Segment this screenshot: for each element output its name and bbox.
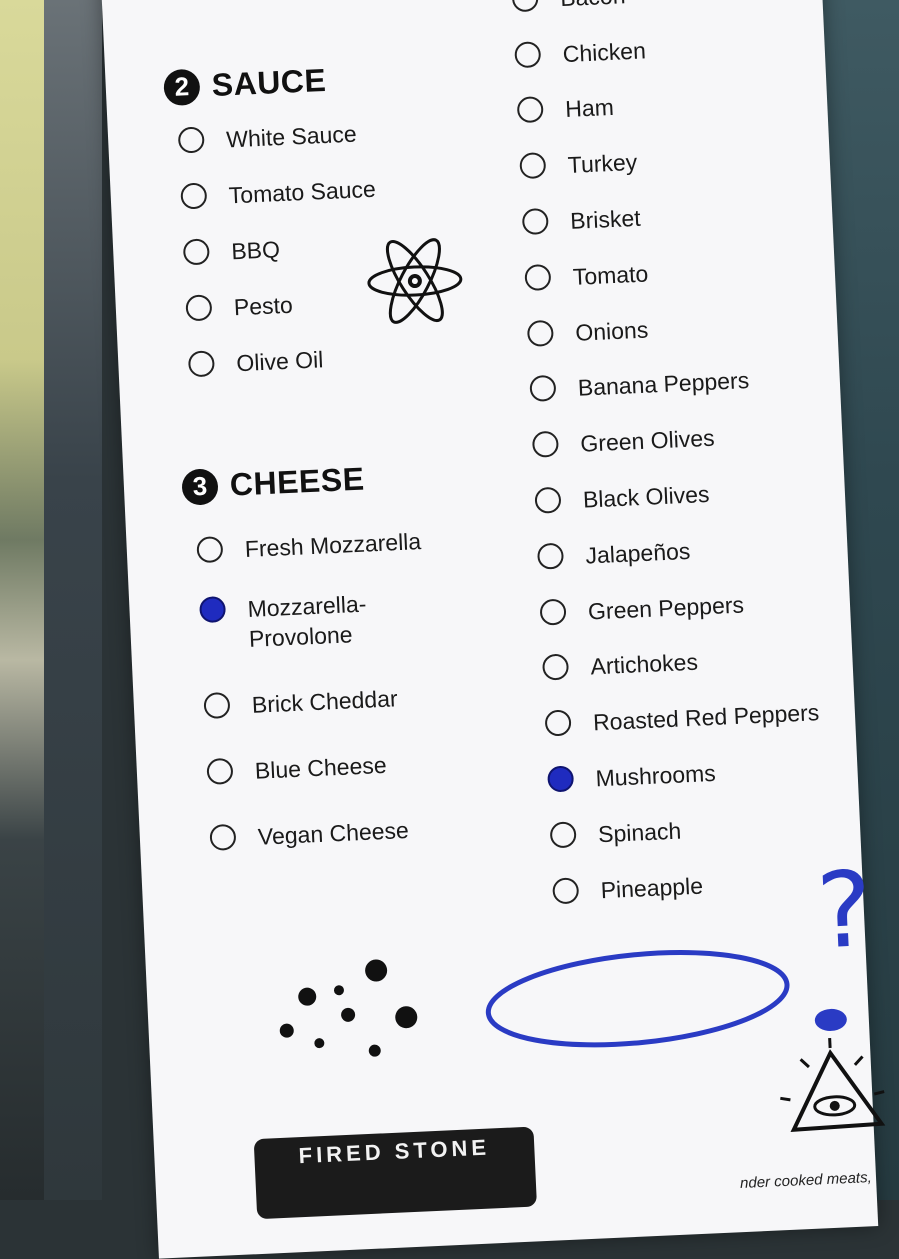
- background-left-strip: [44, 0, 102, 1200]
- option-label: Ham: [565, 92, 615, 124]
- option-label: Black Olives: [582, 479, 710, 515]
- brand-logo-text: FIRED STONE: [254, 1133, 535, 1172]
- option-topping[interactable]: Turkey: [519, 147, 638, 182]
- option-blue-cheese[interactable]: Blue Cheese: [206, 750, 387, 788]
- radio-button[interactable]: [527, 319, 554, 346]
- radio-button-checked[interactable]: [547, 765, 574, 792]
- radio-button[interactable]: [542, 654, 569, 681]
- option-label: Green Olives: [580, 423, 715, 459]
- radio-button[interactable]: [196, 536, 223, 563]
- radio-button[interactable]: [517, 96, 544, 123]
- option-label: Olive Oil: [236, 344, 324, 378]
- option-label: Blue Cheese: [254, 750, 387, 786]
- option-topping[interactable]: Black Olives: [534, 479, 710, 517]
- option-label: Jalapeños: [585, 536, 691, 571]
- radio-button[interactable]: [539, 598, 566, 625]
- option-tomato-sauce[interactable]: Tomato Sauce: [180, 174, 376, 213]
- sauce-number-badge: 2: [163, 68, 201, 106]
- radio-button[interactable]: [524, 264, 551, 291]
- option-label: Mushrooms: [595, 758, 716, 793]
- option-label: Brisket: [570, 203, 642, 236]
- option-label: Chicken: [562, 35, 646, 69]
- brand-logo: FIRED STONE: [254, 1127, 537, 1220]
- option-label: Banana Peppers: [577, 365, 750, 403]
- option-label: Pineapple: [600, 870, 704, 905]
- option-label: Artichokes: [590, 647, 699, 682]
- radio-button[interactable]: [534, 487, 561, 514]
- option-topping[interactable]: Roasted Red Peppers: [544, 697, 819, 739]
- option-label: Fresh Mozzarella: [244, 526, 422, 564]
- radio-button[interactable]: [512, 0, 539, 12]
- option-label-line2: Provolone: [248, 619, 368, 654]
- option-label: Spinach: [597, 815, 681, 849]
- option-topping[interactable]: Tomato: [524, 258, 649, 294]
- sauce-heading: 2 SAUCE: [163, 62, 327, 106]
- option-brick-cheddar[interactable]: Brick Cheddar: [203, 683, 398, 722]
- atom-icon: [363, 234, 467, 328]
- option-topping[interactable]: Mushrooms: [547, 758, 716, 796]
- question-mark-annotation: ?: [814, 848, 875, 972]
- radio-button-checked[interactable]: [199, 596, 226, 623]
- cheese-heading: 3 CHEESE: [181, 461, 365, 506]
- radio-button[interactable]: [183, 238, 210, 265]
- sauce-title: SAUCE: [211, 62, 327, 104]
- radio-button[interactable]: [532, 431, 559, 458]
- option-topping[interactable]: Artichokes: [542, 647, 699, 684]
- option-bbq[interactable]: BBQ: [183, 234, 281, 268]
- option-topping[interactable]: Brisket: [522, 203, 642, 238]
- radio-button[interactable]: [522, 208, 549, 235]
- radio-button[interactable]: [209, 824, 236, 851]
- option-label: Tomato: [572, 258, 649, 291]
- radio-button[interactable]: [203, 692, 230, 719]
- option-topping[interactable]: Jalapeños: [537, 536, 691, 573]
- option-label: Mozzarella- Provolone: [247, 589, 368, 654]
- option-label: Vegan Cheese: [257, 815, 409, 852]
- radio-button[interactable]: [206, 758, 233, 785]
- radio-button[interactable]: [188, 350, 215, 377]
- option-mozzarella-provolone[interactable]: Mozzarella- Provolone: [199, 589, 368, 657]
- option-label: Roasted Red Peppers: [592, 697, 819, 737]
- radio-button[interactable]: [519, 152, 546, 179]
- option-topping[interactable]: Pineapple: [552, 870, 704, 907]
- option-topping[interactable]: Chicken: [514, 35, 646, 71]
- option-topping[interactable]: Green Peppers: [539, 589, 744, 628]
- option-topping[interactable]: Ham: [517, 92, 615, 126]
- radio-button[interactable]: [180, 182, 207, 209]
- option-label: Turkey: [567, 147, 638, 180]
- option-topping[interactable]: Onions: [527, 314, 649, 349]
- option-label: Bacon: [560, 0, 627, 13]
- radio-button[interactable]: [537, 542, 564, 569]
- option-fresh-mozzarella[interactable]: Fresh Mozzarella: [196, 526, 422, 566]
- option-topping[interactable]: Banana Peppers: [529, 365, 749, 405]
- option-white-sauce[interactable]: White Sauce: [178, 119, 358, 157]
- option-topping[interactable]: Green Olives: [532, 423, 715, 461]
- radio-button[interactable]: [514, 41, 541, 68]
- option-label: Green Peppers: [587, 589, 744, 626]
- radio-button[interactable]: [550, 821, 577, 848]
- cheese-number-badge: 3: [181, 468, 219, 506]
- option-label: Tomato Sauce: [228, 174, 376, 211]
- radio-button[interactable]: [545, 710, 572, 737]
- radio-button[interactable]: [529, 375, 556, 402]
- radio-button[interactable]: [185, 294, 212, 321]
- option-label: Brick Cheddar: [251, 683, 398, 720]
- radio-button[interactable]: [552, 877, 579, 904]
- option-topping[interactable]: Spinach: [550, 815, 682, 851]
- eye-pyramid-icon: [758, 1005, 899, 1141]
- cheese-title: CHEESE: [229, 461, 365, 504]
- option-label: BBQ: [231, 234, 281, 266]
- option-pesto[interactable]: Pesto: [185, 290, 293, 325]
- option-label: Onions: [575, 314, 649, 347]
- option-label: White Sauce: [226, 119, 358, 155]
- option-topping[interactable]: Bacon: [512, 0, 626, 15]
- dots-icon: [276, 956, 430, 1063]
- option-label: Pesto: [233, 290, 293, 323]
- radio-button[interactable]: [178, 126, 205, 153]
- option-vegan-cheese[interactable]: Vegan Cheese: [209, 815, 409, 854]
- menu-card: 2 SAUCE White Sauce Tomato Sauce BBQ Pes…: [100, 0, 878, 1259]
- option-olive-oil[interactable]: Olive Oil: [188, 344, 324, 380]
